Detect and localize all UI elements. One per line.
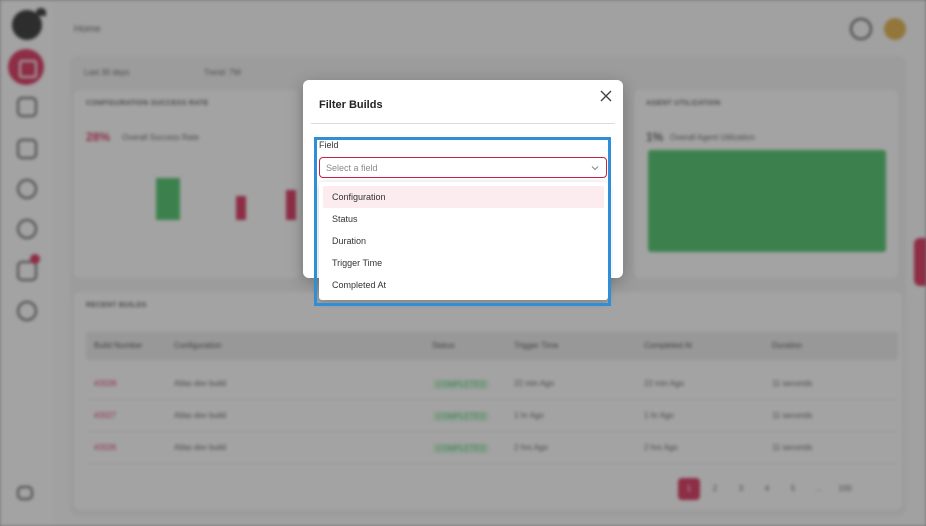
close-button[interactable] bbox=[597, 88, 615, 106]
option-configuration[interactable]: Configuration bbox=[323, 186, 604, 208]
modal-title: Filter Builds bbox=[319, 99, 383, 111]
modal-divider bbox=[311, 123, 615, 124]
chevron-down-icon bbox=[591, 166, 599, 171]
option-completed-at[interactable]: Completed At bbox=[323, 274, 604, 296]
field-dropdown: Configuration Status Duration Trigger Ti… bbox=[319, 182, 608, 300]
option-duration[interactable]: Duration bbox=[323, 230, 604, 252]
option-status[interactable]: Status bbox=[323, 208, 604, 230]
field-placeholder: Select a field bbox=[326, 163, 378, 173]
field-select[interactable]: Select a field bbox=[319, 157, 607, 178]
close-icon bbox=[600, 90, 612, 101]
field-label: Field bbox=[319, 140, 339, 150]
option-trigger-time[interactable]: Trigger Time bbox=[323, 252, 604, 274]
